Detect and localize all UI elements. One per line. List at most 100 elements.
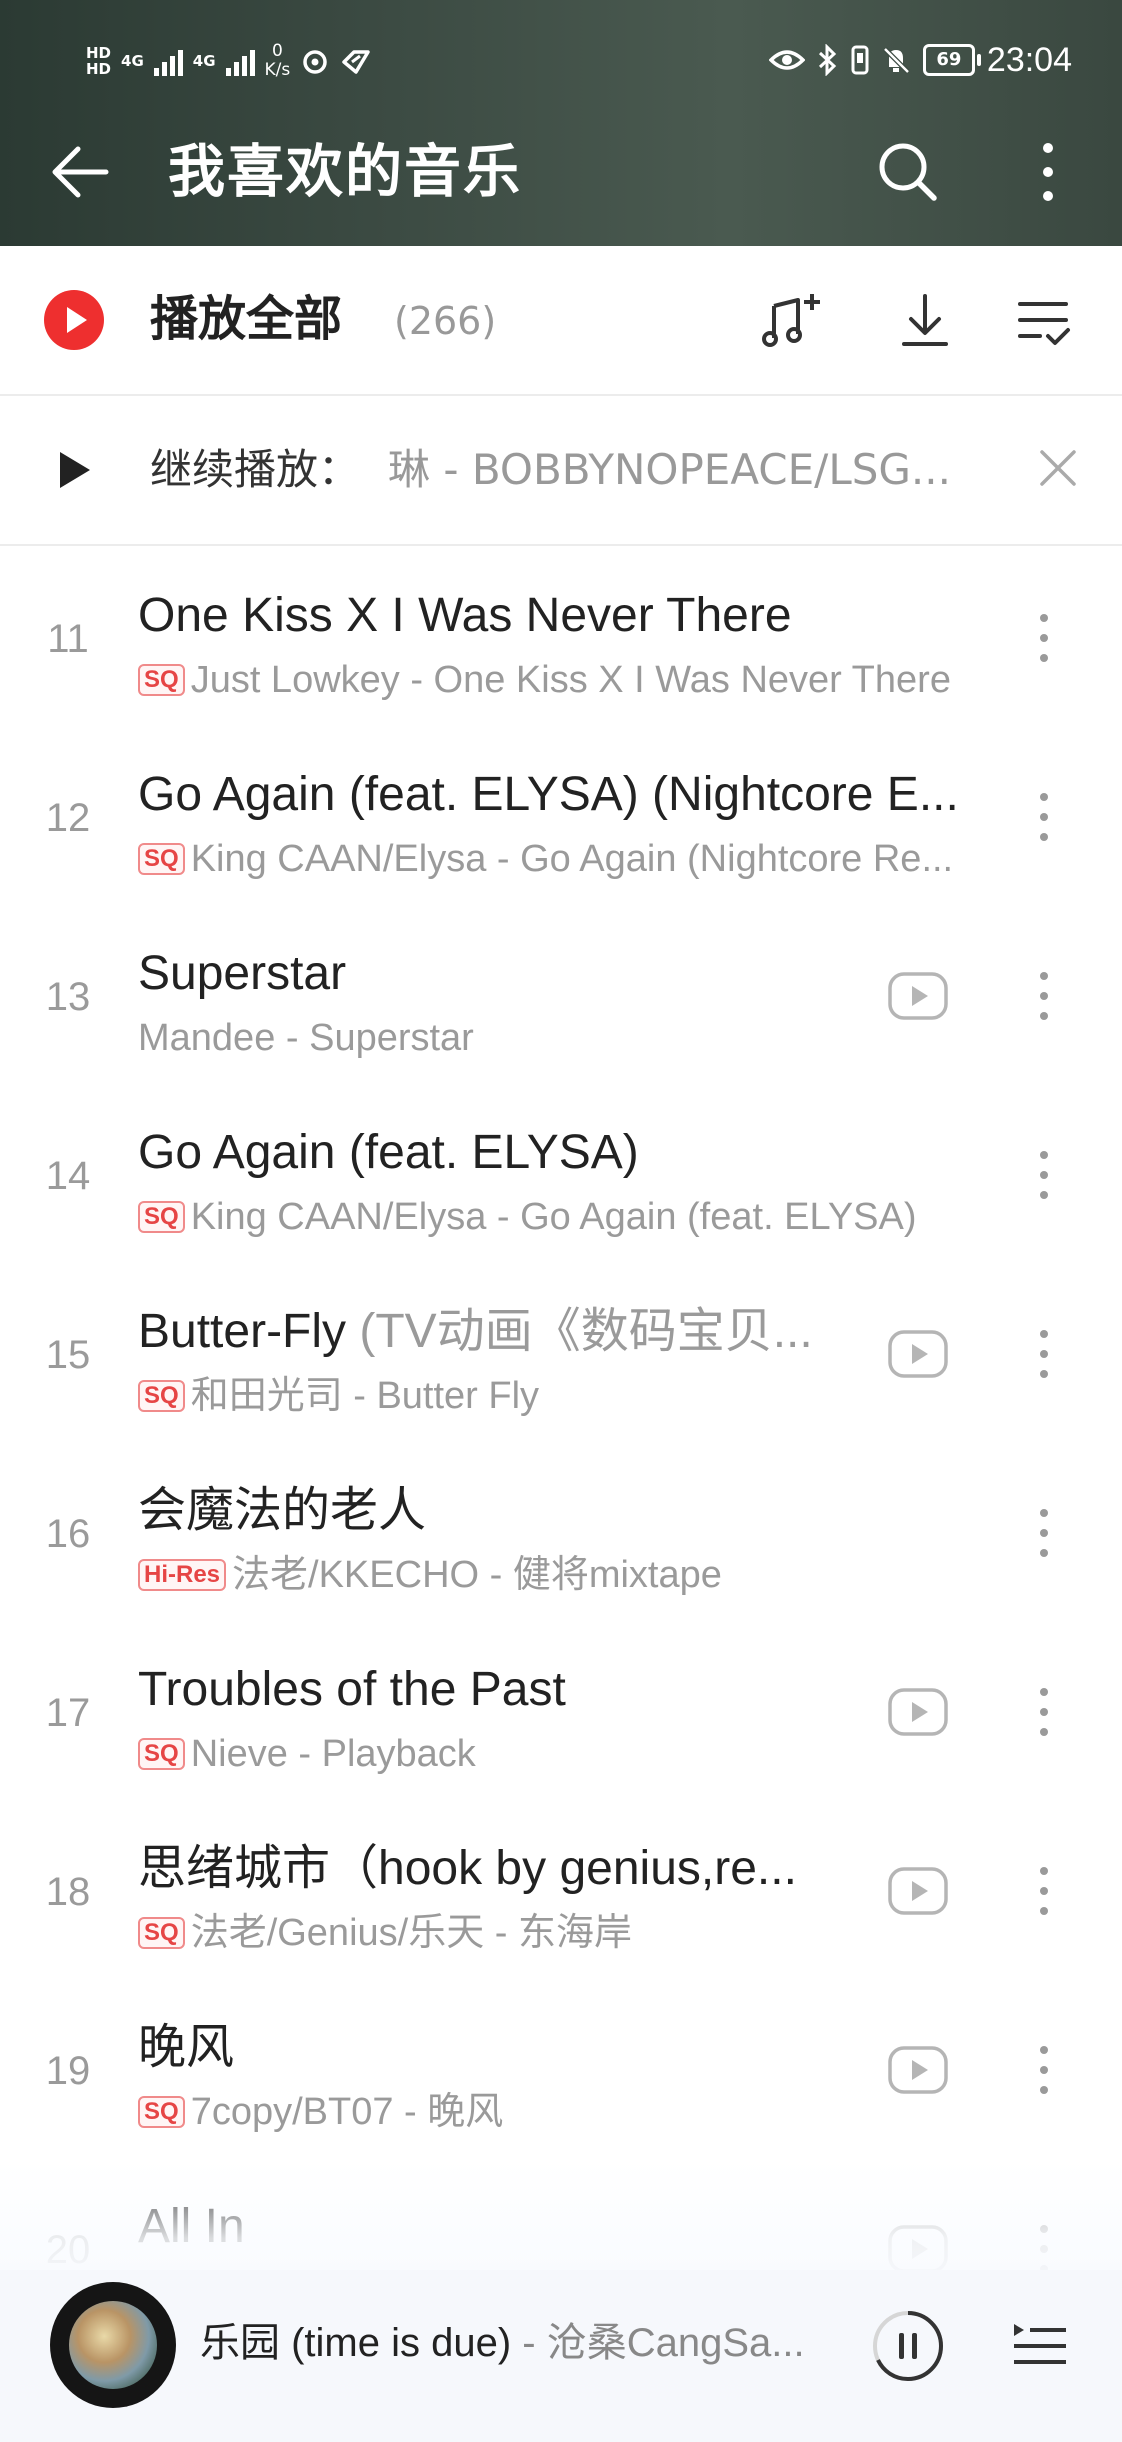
song-meta: SQ 7copy/BT07 - 晚风 [138,2088,838,2136]
song-meta: SQ 法老/Genius/乐天 - 东海岸 [138,1909,838,1957]
play-all-bar: 播放全部 (266) [0,246,1122,396]
album-cover-image [69,2301,157,2389]
mv-play-icon[interactable] [886,2044,950,2096]
resume-playback-bar[interactable]: 继续播放： 琳 - BOBBYNOPEACE/LSG... [0,396,1122,546]
mv-play-icon[interactable] [886,1865,950,1917]
song-index: 17 [45,1691,91,1735]
song-row[interactable]: 18 思绪城市（hook by genius,re... SQ 法老/Genius/乐… [0,1801,1122,1980]
signal-icon-1 [153,46,183,76]
song-index: 14 [45,1154,91,1198]
app-notification-icon [342,50,370,74]
song-title: Troubles of the Past [138,1660,828,1720]
song-more-icon[interactable] [1036,1324,1052,1384]
quality-badge: SQ [138,843,185,875]
song-title: Go Again (feat. ELYSA) [138,1123,988,1183]
network-type-2: 4G [192,52,216,70]
more-options-button[interactable] [1016,134,1080,210]
song-more-icon[interactable] [1036,2040,1052,2100]
mv-play-icon[interactable] [886,1686,950,1738]
pause-button[interactable] [868,2306,948,2386]
song-more-icon[interactable] [1036,1145,1052,1205]
battery-icon: 69 [922,44,981,76]
song-meta: SQ 和田光司 - Butter Fly [138,1372,838,1420]
song-row[interactable]: 11 One Kiss X I Was Never There SQ Just Low… [0,548,1122,727]
bluetooth-icon [818,44,837,76]
multi-select-icon[interactable] [1008,286,1078,356]
quality-badge: SQ [138,1738,185,1770]
song-row[interactable]: 13 Superstar Mandee - Superstar [0,906,1122,1085]
song-artist-album: 7copy/BT07 - 晚风 [190,2091,504,2133]
quality-badge: SQ [138,1201,185,1233]
song-artist-album: Nieve - Playback [190,1733,476,1775]
add-to-playlist-icon[interactable] [760,286,830,356]
song-row[interactable]: 16 会魔法的老人 Hi-Res 法老/KKECHO - 健将mixtape [0,1443,1122,1622]
song-index: 18 [45,1870,91,1914]
back-button[interactable] [46,136,118,208]
song-index: 15 [45,1333,91,1377]
play-icon[interactable] [60,452,90,488]
song-row[interactable]: 12 Go Again (feat. ELYSA) (Nightcore E...… [0,727,1122,906]
network-speed: 0 K/s [264,41,291,80]
song-title-main: Troubles of the Past [138,1663,566,1716]
song-artist-album: 和田光司 - Butter Fly [190,1375,540,1417]
song-title-subtitle: (TV动画《数码宝贝... [359,1305,813,1358]
song-title-main: Go Again (feat. ELYSA) (Nightcore E... [138,768,959,821]
song-more-icon[interactable] [1036,966,1052,1026]
mv-play-icon[interactable] [886,970,950,1022]
quality-badge: SQ [138,1380,185,1412]
resume-track[interactable]: 琳 - BOBBYNOPEACE/LSG... [388,442,988,498]
song-title: Go Again (feat. ELYSA) (Nightcore E... [138,765,988,825]
song-meta: Mandee - Superstar [138,1014,838,1062]
song-meta: SQ Just Lowkey - One Kiss X I Was Never T… [138,656,998,704]
status-bar-left: HD HD 4G 4G 0 K/s [86,36,372,86]
song-more-icon[interactable] [1036,608,1052,668]
song-artist-album: Mandee - Superstar [138,1017,474,1059]
song-artist-album: 法老/Genius/乐天 - 东海岸 [190,1912,632,1954]
resume-label: 继续播放： [150,445,361,494]
now-playing-text[interactable]: 乐园 (time is due) - 沧桑CangSa... [200,2316,820,2370]
song-row[interactable]: 17 Troubles of the Past SQ Nieve - Playback [0,1622,1122,1801]
quality-badge: Hi-Res [138,1559,227,1591]
now-playing-artist: - 沧桑CangSa... [511,2321,805,2365]
song-more-icon[interactable] [1036,1503,1052,1563]
mv-play-icon[interactable] [886,1328,950,1380]
song-more-icon[interactable] [1036,1861,1052,1921]
song-row[interactable]: 19 晚风 SQ 7copy/BT07 - 晚风 [0,1980,1122,2159]
song-meta: Hi-Res 法老/KKECHO - 健将mixtape [138,1551,998,1599]
album-art[interactable] [50,2282,176,2408]
nav-bar: 我喜欢的音乐 [0,122,1122,222]
song-title: Superstar [138,944,828,1004]
song-title-main: 思绪城市（hook by genius,re... [138,1842,797,1895]
song-row[interactable]: 14 Go Again (feat. ELYSA) SQ King CAAN/Elys… [0,1085,1122,1264]
song-title-main: 会魔法的老人 [138,1484,427,1537]
song-meta: SQ King CAAN/Elysa - Go Again (feat. ELYS… [138,1193,998,1241]
netease-notification-icon [303,50,327,74]
download-icon[interactable] [890,286,960,356]
play-all-button[interactable]: 播放全部 [150,288,342,350]
quality-badge: SQ [138,664,185,696]
song-title: 会魔法的老人 [138,1481,988,1541]
hd-indicator: HD HD [86,44,112,78]
search-button[interactable] [870,134,946,210]
app-header: HD HD 4G 4G 0 K/s 69 23:04 我喜欢的音乐 [0,0,1122,246]
song-title-main: Go Again (feat. ELYSA) [138,1126,639,1179]
playlist-icon[interactable] [1010,2316,1070,2376]
song-artist-album: 法老/KKECHO - 健将mixtape [232,1554,722,1596]
home-indicator [0,2404,1122,2442]
network-type-1: 4G [121,52,144,70]
song-title-main: One Kiss X I Was Never There [138,589,792,642]
song-title: 思绪城市（hook by genius,re... [138,1839,828,1899]
song-more-icon[interactable] [1036,787,1052,847]
song-meta: SQ Nieve - Playback [138,1730,838,1778]
close-icon[interactable] [1030,440,1086,496]
song-row[interactable]: 15 Butter-Fly (TV动画《数码宝贝... SQ 和田光司 - Butte… [0,1264,1122,1443]
vibrate-icon [851,45,869,75]
signal-icon-2 [225,46,255,76]
song-title: 晚风 [138,2018,828,2078]
song-more-icon[interactable] [1036,1682,1052,1742]
quality-badge: SQ [138,1917,185,1949]
play-all-icon[interactable] [44,290,104,350]
page-title: 我喜欢的音乐 [168,139,522,205]
song-title-main: 晚风 [138,2021,235,2074]
song-index: 12 [45,796,91,840]
